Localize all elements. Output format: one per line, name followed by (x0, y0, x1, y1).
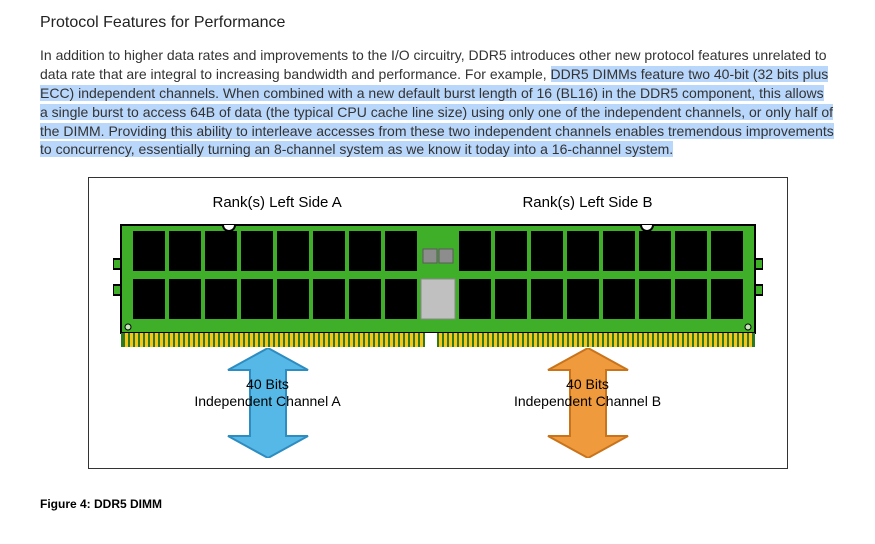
dimm-diagram (113, 219, 763, 352)
figure-caption: Figure 4: DDR5 DIMM (40, 497, 835, 511)
channel-b-arrow-block: 40 Bits Independent Channel B (503, 348, 673, 458)
channel-a-arrow-block: 40 Bits Independent Channel A (183, 348, 353, 458)
channel-b-bits: 40 Bits (503, 376, 673, 393)
body-paragraph: In addition to higher data rates and imp… (40, 46, 835, 159)
dimm-svg (113, 219, 763, 349)
rank-label-a: Rank(s) Left Side A (213, 194, 342, 211)
figure-container: Rank(s) Left Side A Rank(s) Left Side B (88, 177, 788, 469)
section-title: Protocol Features for Performance (40, 14, 835, 32)
channel-a-name: Independent Channel A (183, 393, 353, 410)
channel-b-name: Independent Channel B (503, 393, 673, 410)
rank-label-b: Rank(s) Left Side B (522, 194, 652, 211)
channel-a-bits: 40 Bits (183, 376, 353, 393)
